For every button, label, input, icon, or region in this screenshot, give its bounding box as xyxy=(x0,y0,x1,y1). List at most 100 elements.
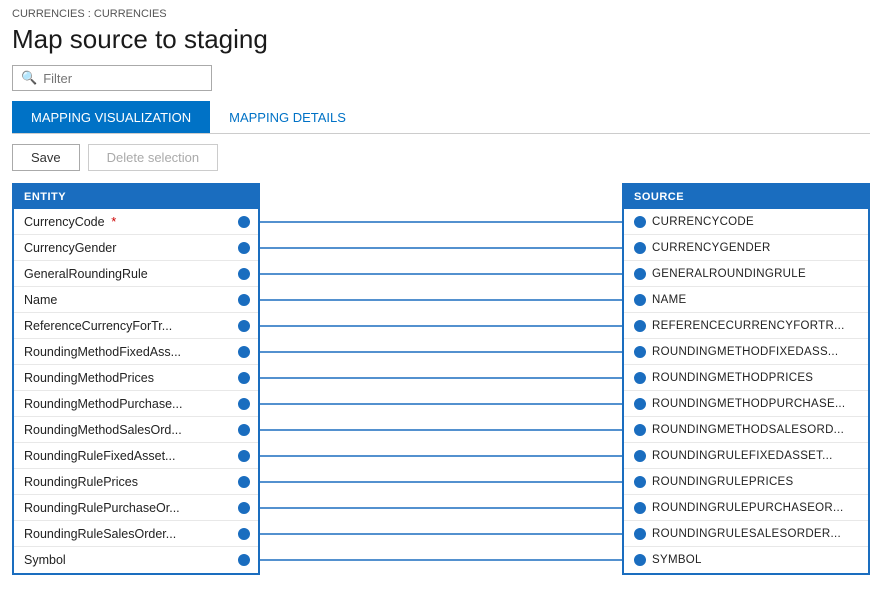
source-row[interactable]: ROUNDINGMETHODFIXEDASS... xyxy=(624,339,868,365)
entity-row[interactable]: CurrencyCode * xyxy=(14,209,258,235)
source-row[interactable]: NAME xyxy=(624,287,868,313)
source-dot xyxy=(634,216,646,228)
page-title: Map source to staging xyxy=(12,24,870,55)
entity-row[interactable]: RoundingMethodPrices xyxy=(14,365,258,391)
toolbar: Save Delete selection xyxy=(12,144,870,171)
source-dot xyxy=(634,294,646,306)
entity-panel-body: CurrencyCode * CurrencyGender GeneralRou… xyxy=(14,209,258,573)
entity-dot xyxy=(238,320,250,332)
source-row[interactable]: CURRENCYGENDER xyxy=(624,235,868,261)
entity-row[interactable]: RoundingRuleFixedAsset... xyxy=(14,443,258,469)
source-row-label: ROUNDINGMETHODPURCHASE... xyxy=(652,398,845,410)
source-dot xyxy=(634,242,646,254)
source-row[interactable]: ROUNDINGMETHODPRICES xyxy=(624,365,868,391)
entity-row[interactable]: RoundingRulePrices xyxy=(14,469,258,495)
source-row-label: ROUNDINGRULEPURCHASEOR... xyxy=(652,502,844,514)
entity-row[interactable]: Name xyxy=(14,287,258,313)
breadcrumb: CURRENCIES : CURRENCIES xyxy=(12,8,870,20)
entity-dot xyxy=(238,294,250,306)
source-dot xyxy=(634,372,646,384)
source-dot xyxy=(634,424,646,436)
entity-panel: ENTITY CurrencyCode * CurrencyGender Gen… xyxy=(12,183,260,575)
entity-dot xyxy=(238,372,250,384)
entity-row[interactable]: GeneralRoundingRule xyxy=(14,261,258,287)
entity-row-label: RoundingMethodFixedAss... xyxy=(24,345,230,359)
entity-row-label: RoundingMethodSalesOrd... xyxy=(24,423,230,437)
page-container: CURRENCIES : CURRENCIES Map source to st… xyxy=(0,0,882,595)
source-row-label: GENERALROUNDINGRULE xyxy=(652,268,806,280)
source-panel-body: CURRENCYCODE CURRENCYGENDER GENERALROUND… xyxy=(624,209,868,573)
entity-dot xyxy=(238,216,250,228)
entity-panel-header: ENTITY xyxy=(14,185,258,209)
source-dot xyxy=(634,450,646,462)
tabs-bar: MAPPING VISUALIZATION MAPPING DETAILS xyxy=(12,101,870,134)
entity-row-label: RoundingRuleSalesOrder... xyxy=(24,527,230,541)
source-row-label: ROUNDINGRULEPRICES xyxy=(652,476,794,488)
entity-row-label: RoundingRuleFixedAsset... xyxy=(24,449,230,463)
tab-mapping-visualization[interactable]: MAPPING VISUALIZATION xyxy=(12,101,210,133)
source-row[interactable]: SYMBOL xyxy=(624,547,868,573)
entity-row[interactable]: RoundingRuleSalesOrder... xyxy=(14,521,258,547)
source-row[interactable]: ROUNDINGRULEPRICES xyxy=(624,469,868,495)
entity-dot xyxy=(238,398,250,410)
source-row-label: ROUNDINGRULESALESORDER... xyxy=(652,528,841,540)
entity-row-label: GeneralRoundingRule xyxy=(24,267,230,281)
source-row[interactable]: ROUNDINGRULEPURCHASEOR... xyxy=(624,495,868,521)
entity-row[interactable]: RoundingMethodPurchase... xyxy=(14,391,258,417)
source-row[interactable]: ROUNDINGRULESALESORDER... xyxy=(624,521,868,547)
entity-dot xyxy=(238,424,250,436)
entity-row-label: Name xyxy=(24,293,230,307)
filter-bar: 🔍 xyxy=(12,65,870,91)
filter-input[interactable] xyxy=(43,71,203,86)
entity-dot xyxy=(238,476,250,488)
mapping-container: ENTITY CurrencyCode * CurrencyGender Gen… xyxy=(12,183,870,583)
delete-button[interactable]: Delete selection xyxy=(88,144,219,171)
entity-row-label: RoundingMethodPurchase... xyxy=(24,397,230,411)
source-dot xyxy=(634,268,646,280)
search-icon: 🔍 xyxy=(21,70,37,86)
entity-row[interactable]: Symbol xyxy=(14,547,258,573)
source-row-label: CURRENCYGENDER xyxy=(652,242,771,254)
source-row[interactable]: ROUNDINGMETHODPURCHASE... xyxy=(624,391,868,417)
entity-row-label: RoundingRulePurchaseOr... xyxy=(24,501,230,515)
source-row-label: ROUNDINGMETHODSALESORD... xyxy=(652,424,844,436)
source-panel: SOURCE CURRENCYCODE CURRENCYGENDER GENER… xyxy=(622,183,870,575)
source-row-label: ROUNDINGRULEFIXEDASSET... xyxy=(652,450,833,462)
source-row-label: ROUNDINGMETHODFIXEDASS... xyxy=(652,346,838,358)
source-row[interactable]: GENERALROUNDINGRULE xyxy=(624,261,868,287)
entity-row[interactable]: CurrencyGender xyxy=(14,235,258,261)
source-panel-header: SOURCE xyxy=(624,185,868,209)
source-row-label: REFERENCECURRENCYFORTR... xyxy=(652,320,845,332)
source-row-label: ROUNDINGMETHODPRICES xyxy=(652,372,813,384)
source-row[interactable]: ROUNDINGMETHODSALESORD... xyxy=(624,417,868,443)
save-button[interactable]: Save xyxy=(12,144,80,171)
required-indicator: * xyxy=(108,214,117,229)
entity-row-label: CurrencyGender xyxy=(24,241,230,255)
entity-row-label: ReferenceCurrencyForTr... xyxy=(24,319,230,333)
entity-dot xyxy=(238,528,250,540)
entity-dot xyxy=(238,242,250,254)
entity-dot xyxy=(238,450,250,462)
mapping-lines xyxy=(260,183,622,583)
source-row-label: NAME xyxy=(652,294,686,306)
source-dot xyxy=(634,320,646,332)
source-row[interactable]: CURRENCYCODE xyxy=(624,209,868,235)
source-dot xyxy=(634,398,646,410)
source-row[interactable]: REFERENCECURRENCYFORTR... xyxy=(624,313,868,339)
entity-row[interactable]: ReferenceCurrencyForTr... xyxy=(14,313,258,339)
entity-dot xyxy=(238,268,250,280)
source-dot xyxy=(634,476,646,488)
source-dot xyxy=(634,502,646,514)
source-dot xyxy=(634,346,646,358)
lines-area xyxy=(260,183,622,583)
entity-row-label: Symbol xyxy=(24,553,230,567)
entity-row-label: RoundingMethodPrices xyxy=(24,371,230,385)
tab-mapping-details[interactable]: MAPPING DETAILS xyxy=(210,101,365,133)
entity-row[interactable]: RoundingRulePurchaseOr... xyxy=(14,495,258,521)
entity-row[interactable]: RoundingMethodSalesOrd... xyxy=(14,417,258,443)
source-row-label: CURRENCYCODE xyxy=(652,216,754,228)
filter-input-wrap[interactable]: 🔍 xyxy=(12,65,212,91)
source-row[interactable]: ROUNDINGRULEFIXEDASSET... xyxy=(624,443,868,469)
source-dot xyxy=(634,528,646,540)
entity-row[interactable]: RoundingMethodFixedAss... xyxy=(14,339,258,365)
